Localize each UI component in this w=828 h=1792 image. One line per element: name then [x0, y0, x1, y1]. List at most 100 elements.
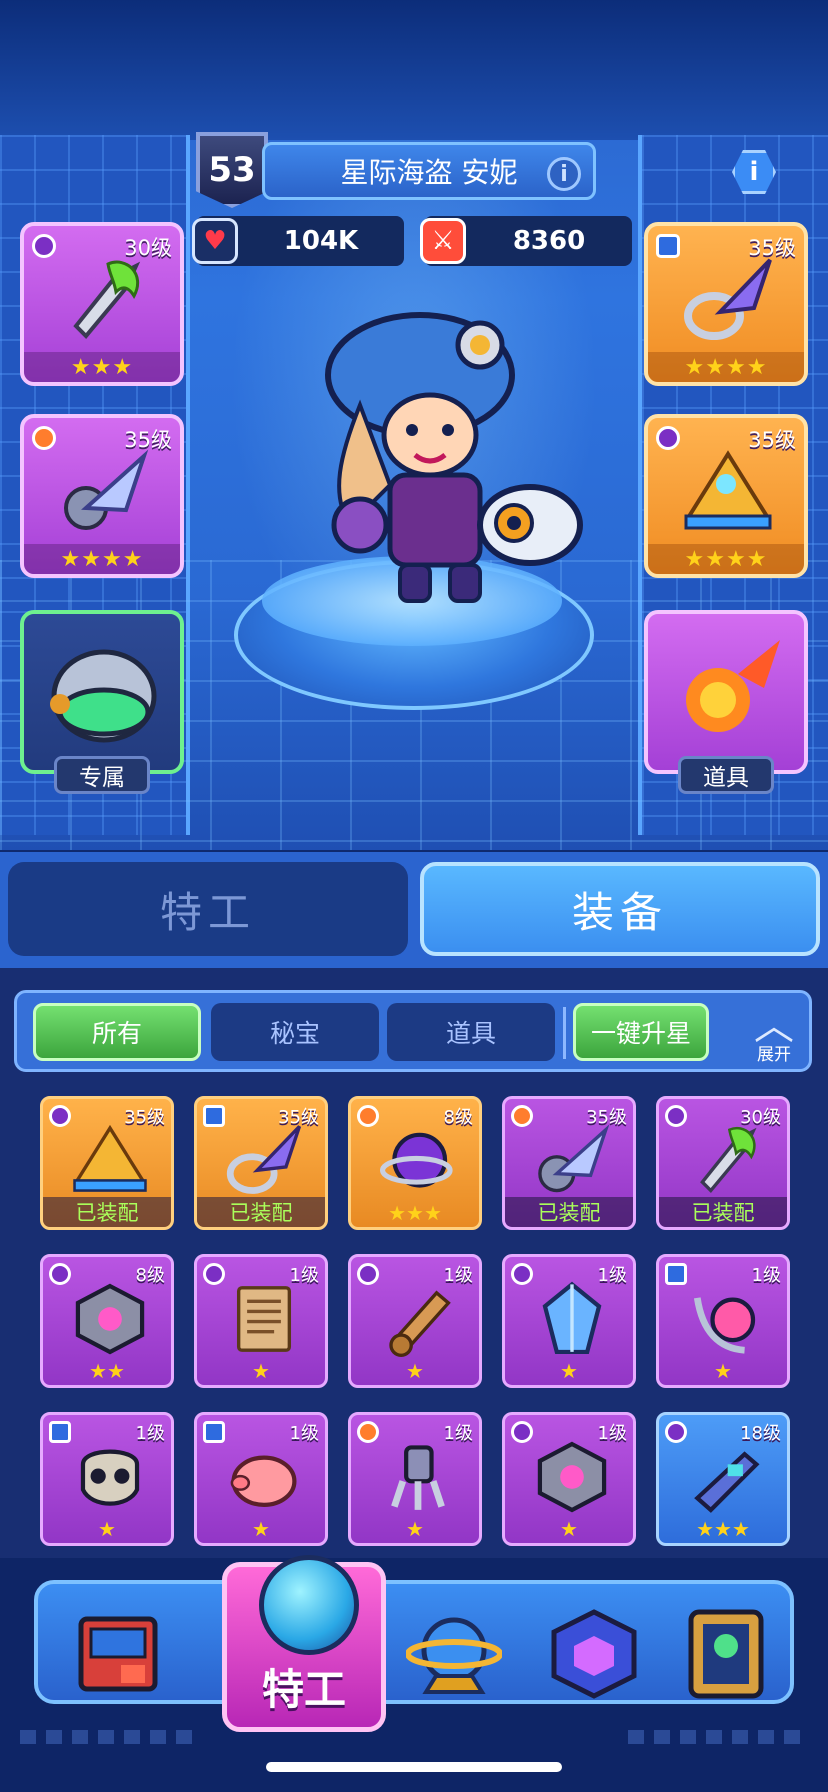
inventory-item[interactable]: 8级 ★★: [40, 1254, 174, 1388]
gas-mask-icon: [65, 1437, 155, 1517]
slot-stars: ★★★★: [648, 544, 804, 574]
equip-slot-right-2[interactable]: 35级 ★★★★: [644, 414, 808, 578]
home-indicator[interactable]: [266, 1762, 562, 1772]
deco-stripe-left: [20, 1730, 200, 1744]
heart-icon: ♥: [192, 218, 238, 264]
inventory-item[interactable]: 1级 ★: [40, 1412, 174, 1546]
ceiling: [0, 0, 828, 140]
hex-core-icon: [65, 1279, 155, 1359]
blaster-gun-icon: [681, 1437, 771, 1517]
equipped-label: 已装配: [659, 1197, 787, 1227]
filter-bar: 所有 秘宝 道具 一键升星 ︿ 展开: [14, 990, 812, 1072]
hex-core-icon: [527, 1437, 617, 1517]
lightning-crystal-gauntlet-icon: [527, 1121, 617, 1201]
golden-pyramid-icon: [65, 1121, 155, 1201]
hero-name-plate: 星际海盗 安妮 i: [262, 142, 596, 200]
inventory-item[interactable]: 1级 ★: [194, 1412, 328, 1546]
upgrade-all-button[interactable]: 一键升星: [573, 1003, 709, 1061]
orb-claw-icon: [681, 1279, 771, 1359]
lightning-crystal-gauntlet-icon: [54, 448, 154, 538]
inventory-panel: 所有 秘宝 道具 一键升星 ︿ 展开 35级 已装配 35级 已装配 8级 ★★★ 35级已…: [0, 968, 828, 1558]
crystal-ring-icon: [678, 256, 778, 346]
chevron-up-icon: ︿: [754, 1003, 794, 1049]
ancient-scroll-icon: [219, 1279, 309, 1359]
golden-pyramid-icon: [678, 448, 778, 538]
item-slot[interactable]: [644, 610, 808, 774]
exclusive-slot-label: 专属: [54, 756, 150, 794]
inventory-item[interactable]: 35级 已装配: [502, 1096, 636, 1230]
crown-badge-icon: [32, 426, 56, 450]
blue-crystal-icon: [527, 1279, 617, 1359]
inventory-item[interactable]: 1级 ★: [194, 1254, 328, 1388]
purple-orb-icon: [373, 1121, 463, 1201]
item-stars: ★★★: [696, 1517, 750, 1541]
equipped-label: 已装配: [197, 1197, 325, 1227]
filter-treasure-button[interactable]: 秘宝: [211, 1003, 379, 1061]
item-stars: ★: [252, 1359, 270, 1383]
filter-divider: [563, 1007, 566, 1059]
portal-icon[interactable]: [668, 1602, 784, 1706]
inventory-item[interactable]: 1级 ★: [348, 1412, 482, 1546]
inventory-item[interactable]: 1级 ★: [348, 1254, 482, 1388]
attack-value: 8360: [512, 226, 586, 256]
robot-claw-icon: [373, 1437, 463, 1517]
item-stars: ★: [252, 1517, 270, 1541]
equip-slot-right-1[interactable]: 35级 ★★★★: [644, 222, 808, 386]
expand-label: 展开: [757, 1045, 791, 1065]
inventory-item[interactable]: 30级 已装配: [656, 1096, 790, 1230]
item-slot-label: 道具: [678, 756, 774, 794]
green-flame-sword-icon: [681, 1121, 771, 1201]
nav-agent-label: 特工: [261, 1665, 346, 1714]
inventory-item[interactable]: 8级 ★★★: [348, 1096, 482, 1230]
green-flame-sword-icon: [54, 256, 154, 346]
cube-icon[interactable]: [536, 1602, 652, 1706]
filter-items-button[interactable]: 道具: [387, 1003, 555, 1061]
attack-stat: ⚔ 8360: [420, 216, 632, 266]
hero-character-art[interactable]: [300, 285, 600, 615]
item-stars: ★: [560, 1517, 578, 1541]
hero-stage: 53 星际海盗 安妮 i i ♥ 104K ⚔ 8360 30级 ★★★ 35级…: [0, 0, 828, 850]
deco-stripe-right: [628, 1730, 808, 1744]
nav-agent-active[interactable]: 特工: [222, 1555, 386, 1732]
item-stars: ★: [406, 1517, 424, 1541]
equip-slot-left-1[interactable]: 30级 ★★★: [20, 222, 184, 386]
tab-equipment[interactable]: 装备: [420, 862, 820, 956]
crystal-ring-icon: [219, 1121, 309, 1201]
gem-badge-icon: [656, 426, 680, 450]
inventory-item[interactable]: 1级 ★: [502, 1254, 636, 1388]
bottom-nav: 特工: [0, 1555, 828, 1792]
shop-console-icon[interactable]: [60, 1602, 176, 1706]
inventory-item[interactable]: 1级 ★: [656, 1254, 790, 1388]
item-stars: ★★★: [388, 1201, 442, 1225]
item-stars: ★: [98, 1517, 116, 1541]
goggles-helmet-icon: [44, 634, 164, 754]
piggy-bank-icon: [219, 1437, 309, 1517]
item-stars: ★: [560, 1359, 578, 1383]
item-stars: ★: [714, 1359, 732, 1383]
agent-helmet-icon: [259, 1555, 359, 1655]
inventory-item[interactable]: 1级 ★: [502, 1412, 636, 1546]
filter-all-button[interactable]: 所有: [33, 1003, 201, 1061]
info-icon[interactable]: i: [547, 157, 581, 191]
main-tab-bar: 特工 装备: [0, 852, 828, 968]
inventory-item[interactable]: 18级 ★★★: [656, 1412, 790, 1546]
slot-stars: ★★★: [24, 352, 180, 382]
item-stars: ★: [406, 1359, 424, 1383]
bottom-nav-frame: 特工: [34, 1555, 794, 1732]
inventory-item[interactable]: 35级 已装配: [194, 1096, 328, 1230]
inventory-item[interactable]: 35级 已装配: [40, 1096, 174, 1230]
sword-icon: ⚔: [420, 218, 466, 264]
tab-agent[interactable]: 特工: [8, 862, 408, 956]
hero-name: 星际海盗 安妮: [340, 156, 518, 189]
expand-button[interactable]: ︿ 展开: [741, 999, 807, 1065]
shield-badge-icon: [656, 234, 680, 258]
equip-slot-left-2[interactable]: 35级 ★★★★: [20, 414, 184, 578]
equipped-label: 已装配: [505, 1197, 633, 1227]
item-stars: ★★: [89, 1359, 125, 1383]
hp-value: 104K: [283, 226, 359, 256]
gem-badge-icon: [32, 234, 56, 258]
exclusive-slot[interactable]: [20, 610, 184, 774]
fireball-icon: [668, 634, 788, 754]
planet-icon[interactable]: [396, 1602, 512, 1706]
rolled-parchment-icon: [373, 1279, 463, 1359]
